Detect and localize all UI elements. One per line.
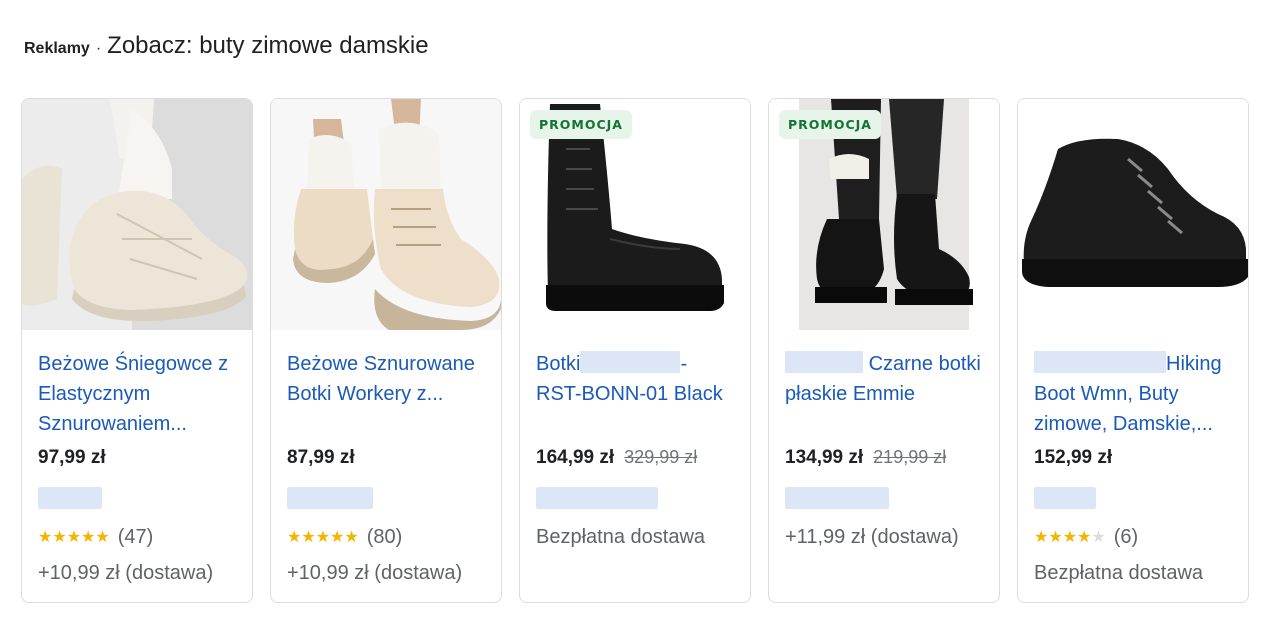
merchant-name[interactable] (1034, 487, 1238, 509)
product-carousel: Beżowe Śniegowce z Elastycznym Sznurowan… (21, 98, 1249, 603)
product-old-price: 329,99 zł (624, 447, 698, 467)
product-old-price: 219,99 zł (873, 447, 947, 467)
merchant-name[interactable] (785, 487, 989, 509)
product-image[interactable] (271, 99, 501, 330)
redacted-brand (580, 351, 681, 373)
product-title[interactable]: Botki - RST-BONN-01 Black (536, 349, 740, 439)
product-price: 134,99 zł (785, 447, 864, 468)
product-title[interactable]: Hiking Boot Wmn, Buty zimowe, Damskie,..… (1034, 349, 1238, 439)
shipping-info: Bezpłatna dostawa (1034, 562, 1204, 584)
product-title[interactable]: Beżowe Śniegowce z Elastycznym Sznurowan… (38, 349, 242, 439)
rating-count: (80) (366, 525, 403, 548)
rating-stars-icon: ★★★★★ (38, 529, 110, 546)
product-image[interactable] (1018, 99, 1248, 330)
product-price: 87,99 zł (287, 447, 355, 468)
rating-stars-icon: ★★★★★ (1034, 529, 1106, 546)
promo-badge: PROMOCJA (779, 110, 881, 139)
merchant-name[interactable] (287, 487, 491, 509)
product-rating: ★★★★★ (6) (1034, 519, 1238, 555)
header-separator: · (95, 40, 102, 57)
shipping-info: +11,99 zł (dostawa) (785, 526, 959, 548)
merchant-name[interactable] (38, 487, 242, 509)
rating-stars-icon: ★★★★★ (287, 529, 359, 546)
header-title: Zobacz: buty zimowe damskie (107, 32, 429, 59)
product-card[interactable]: PROMOCJA Czarne botki płaskie Emmie 134,… (768, 98, 1000, 603)
rating-count: (47) (117, 525, 154, 548)
product-image[interactable] (22, 99, 252, 330)
product-price: 164,99 zł (536, 447, 615, 468)
product-rating: ★★★★★ (80) (287, 519, 491, 555)
product-card[interactable]: Hiking Boot Wmn, Buty zimowe, Damskie,..… (1017, 98, 1249, 603)
ads-header: Reklamy · Zobacz: buty zimowe damskie (24, 32, 429, 62)
product-card[interactable]: PROMOCJA Botki - RST-BONN-01 Black 164,99… (519, 98, 751, 603)
rating-count: (6) (1113, 525, 1139, 548)
shipping-info: +10,99 zł (dostawa) (287, 562, 463, 584)
product-image[interactable]: PROMOCJA (520, 99, 750, 330)
redacted-brand (1034, 351, 1166, 373)
shipping-info: Bezpłatna dostawa (536, 526, 706, 548)
merchant-name[interactable] (536, 487, 740, 509)
product-card[interactable]: Beżowe Sznurowane Botki Workery z... 87,… (270, 98, 502, 603)
product-image[interactable]: PROMOCJA (769, 99, 999, 330)
ads-label[interactable]: Reklamy (24, 40, 90, 58)
product-price: 152,99 zł (1034, 447, 1113, 468)
product-rating: ★★★★★ (47) (38, 519, 242, 555)
promo-badge: PROMOCJA (530, 110, 632, 139)
product-title[interactable]: Czarne botki płaskie Emmie (785, 349, 989, 439)
shipping-info: +10,99 zł (dostawa) (38, 562, 214, 584)
redacted-brand (785, 351, 863, 373)
product-price: 97,99 zł (38, 447, 106, 468)
product-card[interactable]: Beżowe Śniegowce z Elastycznym Sznurowan… (21, 98, 253, 603)
product-title[interactable]: Beżowe Sznurowane Botki Workery z... (287, 349, 491, 439)
